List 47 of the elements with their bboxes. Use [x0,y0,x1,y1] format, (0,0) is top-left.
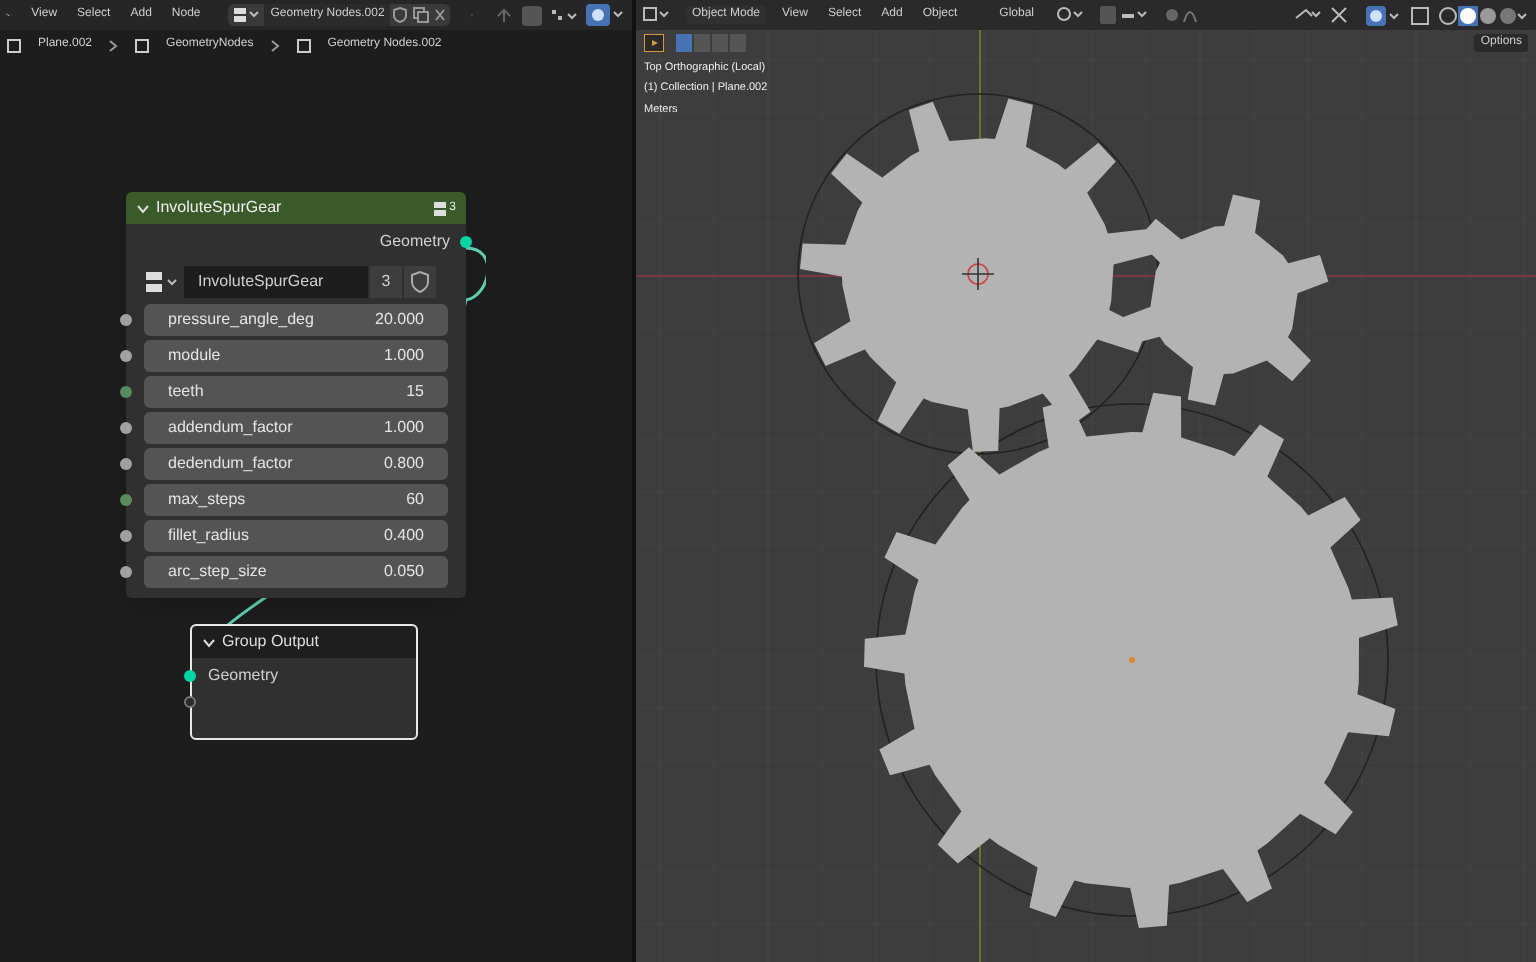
input-socket[interactable] [120,386,132,398]
pivot-icon[interactable] [1056,6,1084,24]
overlay-icon[interactable] [586,4,626,26]
snap-options-icon[interactable] [550,5,578,25]
node-group-name-field[interactable]: InvoluteSpurGear [184,266,368,298]
geometry-socket[interactable] [460,236,472,248]
geometry-socket[interactable] [184,670,196,682]
number-field[interactable]: fillet_radius 0.400 [144,520,448,552]
number-field[interactable]: max_steps 60 [144,484,448,516]
editor-type-icon[interactable] [642,6,670,24]
node-tree-icon[interactable] [232,6,261,24]
play-icon[interactable] [644,33,664,51]
socket-label: Geometry [379,230,450,254]
node-card[interactable]: Group Output Geometry [190,624,418,740]
input-socket[interactable] [120,350,132,362]
node-title: InvoluteSpurGear [156,196,282,220]
mesh-object-icon [6,37,22,53]
number-field[interactable]: dedendum_factor 0.800 [144,448,448,480]
input-socket[interactable] [120,314,132,326]
user-count-field[interactable]: 3 [370,266,402,298]
collapse-chevron-icon[interactable] [136,201,150,215]
duplicate-icon[interactable] [410,6,431,24]
number-field[interactable]: teeth 15 [144,376,448,408]
node-title: Group Output [222,630,319,654]
parent-node-tree-icon[interactable] [494,5,514,25]
socket-label: Geometry [208,664,279,688]
close-icon[interactable] [430,6,451,24]
overlay-icon[interactable] [1366,5,1402,25]
input-socket[interactable] [120,530,132,542]
fake-user-shield-icon[interactable] [390,6,411,24]
input-socket[interactable] [120,422,132,434]
number-field[interactable]: addendum_factor 1.000 [144,412,448,444]
shading-modes-icon[interactable] [1438,5,1530,25]
xray-icon[interactable] [1410,5,1430,25]
number-field[interactable]: arc_step_size 0.050 [144,556,448,588]
collapse-chevron-icon[interactable] [202,635,216,649]
shield-icon[interactable] [404,266,436,298]
node-group-icon [431,199,450,217]
node-tree-icon [295,37,312,53]
number-field[interactable]: module 1.000 [144,340,448,372]
number-field[interactable]: pressure_angle_deg 20.000 [144,304,448,336]
input-socket[interactable] [120,494,132,506]
chevron-icon [108,39,119,51]
chevron-icon [269,39,280,51]
empty-socket[interactable] [184,696,196,708]
input-socket[interactable] [120,458,132,470]
input-socket[interactable] [120,566,132,578]
